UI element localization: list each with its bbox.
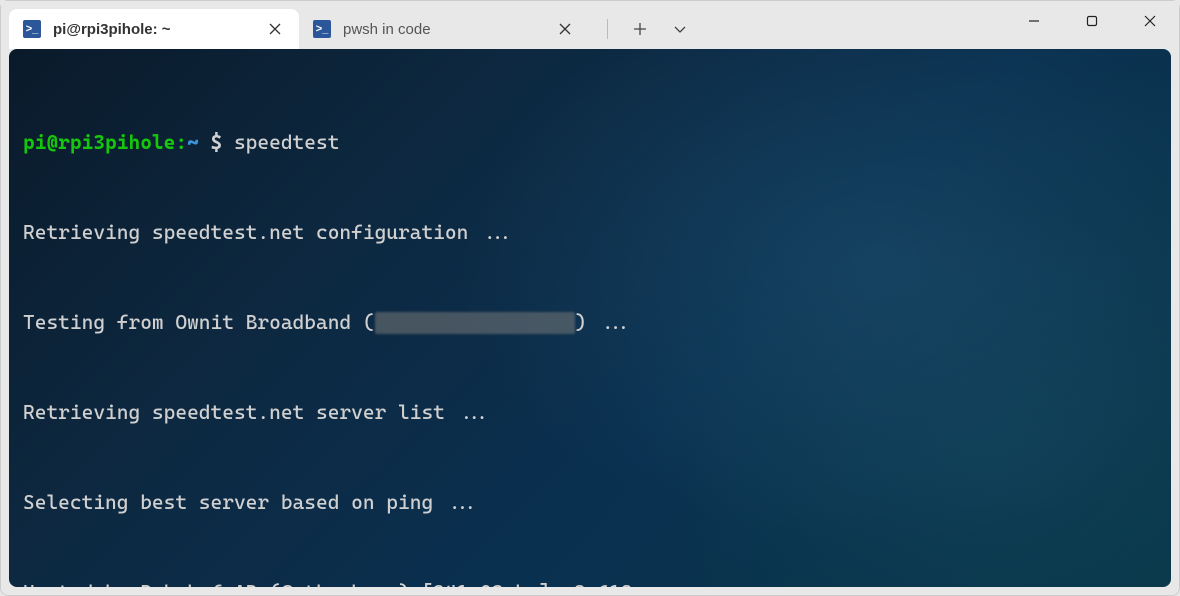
close-tab-button[interactable]: [555, 19, 575, 39]
prompt-user: pi@rpi3pihole: [23, 130, 175, 154]
output-line: Testing from Ownit Broadband () ...: [23, 307, 1163, 337]
command-text: speedtest: [234, 130, 339, 154]
tab-active[interactable]: >_ pi@rpi3pihole: ~: [9, 9, 299, 49]
titlebar: >_ pi@rpi3pihole: ~ >_ pwsh in code: [1, 1, 1179, 49]
prompt-path: ~: [187, 130, 199, 154]
minimize-button[interactable]: [1005, 1, 1063, 41]
redacted-ip: [375, 312, 575, 334]
tab-strip: >_ pi@rpi3pihole: ~ >_ pwsh in code: [9, 1, 698, 49]
output-line: Retrieving speedtest.net server list ...: [23, 397, 1163, 427]
divider: [607, 19, 608, 39]
maximize-button[interactable]: [1063, 1, 1121, 41]
tab-inactive[interactable]: >_ pwsh in code: [299, 9, 589, 49]
powershell-icon: >_: [23, 20, 41, 38]
terminal-output: pi@rpi3pihole:~ $ speedtest Retrieving s…: [23, 67, 1163, 587]
output-line: Retrieving speedtest.net configuration .…: [23, 217, 1163, 247]
terminal-pane[interactable]: pi@rpi3pihole:~ $ speedtest Retrieving s…: [9, 49, 1171, 587]
tab-dropdown-button[interactable]: [662, 13, 698, 45]
close-window-button[interactable]: [1121, 1, 1179, 41]
output-line: Hosted by Bahnhof AB (Gothenburg) [241.0…: [23, 577, 1163, 587]
output-line: Selecting best server based on ping ...: [23, 487, 1163, 517]
tab-title: pi@rpi3pihole: ~: [53, 21, 253, 38]
tab-title: pwsh in code: [343, 21, 543, 38]
powershell-icon: >_: [313, 20, 331, 38]
prompt-symbol: $: [211, 130, 223, 154]
new-tab-button[interactable]: [622, 13, 658, 45]
tab-actions: [597, 9, 698, 49]
window-controls: [1005, 1, 1179, 41]
close-tab-button[interactable]: [265, 19, 285, 39]
